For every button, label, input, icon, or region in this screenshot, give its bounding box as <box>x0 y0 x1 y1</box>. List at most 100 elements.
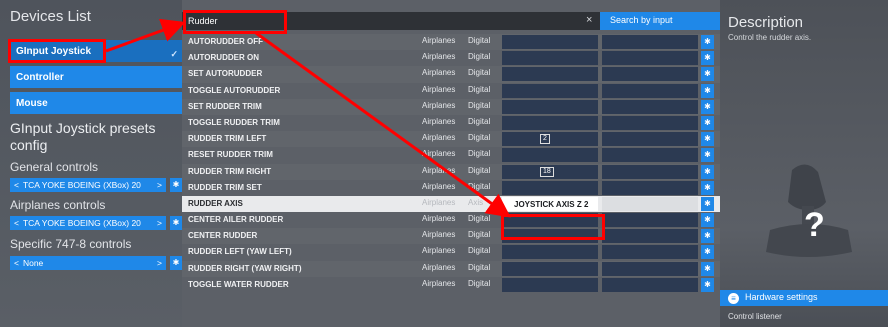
input-type-tag: Digital <box>468 116 491 126</box>
binding-slot-primary[interactable] <box>502 261 598 276</box>
gear-icon[interactable]: ✱ <box>701 148 714 163</box>
binding-slot-secondary[interactable] <box>602 196 698 211</box>
gear-icon[interactable]: ✱ <box>701 132 714 147</box>
binding-slot-primary[interactable] <box>502 67 598 82</box>
chevron-left-icon[interactable]: < <box>14 218 19 228</box>
binding-slot-primary[interactable] <box>502 277 598 292</box>
binding-slot-secondary[interactable] <box>602 132 698 147</box>
control-row[interactable]: TOGGLE WATER RUDDER Airplanes Digital ✱ <box>182 277 720 293</box>
gear-icon[interactable]: ✱ <box>701 115 714 130</box>
gear-icon[interactable]: ✱ <box>701 196 714 211</box>
device-ginput-joystick[interactable]: GInput Joystick ✓ <box>10 40 182 62</box>
chevron-right-icon[interactable]: > <box>157 180 162 190</box>
control-name: SET RUDDER TRIM <box>188 101 262 111</box>
binding-slot-secondary[interactable] <box>602 35 698 49</box>
gear-icon[interactable]: ✱ <box>701 213 714 228</box>
control-row[interactable]: RESET RUDDER TRIM Airplanes Digital ✱ <box>182 147 720 163</box>
search-bar: × Search by input <box>182 12 720 30</box>
gear-icon[interactable]: ✱ <box>701 180 714 195</box>
control-name: RUDDER TRIM RIGHT <box>188 166 272 176</box>
control-row[interactable]: AUTORUDDER OFF Airplanes Digital ✱ <box>182 34 720 50</box>
binding-slot-primary[interactable] <box>502 51 598 66</box>
control-row[interactable]: CENTER RUDDER Airplanes Digital ✱ <box>182 228 720 244</box>
control-row[interactable]: CENTER AILER RUDDER Airplanes Digital ✱ <box>182 212 720 228</box>
gear-icon[interactable]: ✱ <box>701 67 714 82</box>
control-name: RUDDER AXIS <box>188 198 243 208</box>
binding-slot-secondary[interactable] <box>602 83 698 98</box>
control-row[interactable]: AUTORUDDER ON Airplanes Digital ✱ <box>182 50 720 66</box>
input-type-tag: Digital <box>468 84 491 94</box>
control-row[interactable]: TOGGLE AUTORUDDER Airplanes Digital ✱ <box>182 83 720 99</box>
binding-slot-secondary[interactable] <box>602 67 698 82</box>
binding-slot-primary[interactable] <box>502 213 598 228</box>
binding-slot-primary[interactable] <box>502 148 598 163</box>
search-by-input-button[interactable]: Search by input <box>600 12 720 30</box>
binding-slot-secondary[interactable] <box>602 213 698 228</box>
description-panel: Description Control the rudder axis. ? ≡… <box>720 0 888 327</box>
chevron-right-icon[interactable]: > <box>157 258 162 268</box>
binding-slot-primary[interactable]: 18 <box>502 164 598 179</box>
control-row[interactable]: RUDDER AXIS Airplanes Axis JOYSTICK AXIS… <box>182 195 720 213</box>
binding-slot-secondary[interactable] <box>602 229 698 244</box>
general-preset-select[interactable]: < TCA YOKE BOEING (XBox) 20 > <box>10 178 166 192</box>
binding-slot-secondary[interactable] <box>602 148 698 163</box>
input-type-tag: Digital <box>468 100 491 110</box>
gear-icon[interactable]: ✱ <box>701 261 714 276</box>
info-icon: ≡ <box>728 293 739 304</box>
binding-slot-primary[interactable] <box>502 83 598 98</box>
binding-slot-primary[interactable] <box>502 229 598 244</box>
control-row[interactable]: RUDDER TRIM SET Airplanes Digital ✱ <box>182 180 720 196</box>
gear-icon[interactable]: ✱ <box>701 229 714 244</box>
control-name: RUDDER RIGHT (YAW RIGHT) <box>188 263 302 273</box>
device-controller[interactable]: Controller <box>10 66 182 88</box>
gear-icon[interactable]: ✱ <box>701 35 714 49</box>
binding-slot-primary[interactable] <box>502 35 598 49</box>
binding-slot-secondary[interactable] <box>602 277 698 292</box>
gear-icon[interactable]: ✱ <box>170 178 182 192</box>
binding-slot-secondary[interactable] <box>602 164 698 179</box>
airplanes-preset-select[interactable]: < TCA YOKE BOEING (XBox) 20 > <box>10 216 166 230</box>
binding-slot-secondary[interactable] <box>602 245 698 260</box>
binding-slot-secondary[interactable] <box>602 180 698 195</box>
control-row[interactable]: TOGGLE RUDDER TRIM Airplanes Digital ✱ <box>182 115 720 131</box>
gear-icon[interactable]: ✱ <box>701 51 714 66</box>
gear-icon[interactable]: ✱ <box>701 83 714 98</box>
control-row[interactable]: SET AUTORUDDER Airplanes Digital ✱ <box>182 66 720 82</box>
search-input[interactable] <box>188 14 568 28</box>
control-name: RESET RUDDER TRIM <box>188 150 273 160</box>
device-mouse[interactable]: Mouse <box>10 92 182 114</box>
check-icon: ✓ <box>170 49 178 59</box>
control-name: CENTER RUDDER <box>188 231 258 241</box>
binding-slot-secondary[interactable] <box>602 51 698 66</box>
binding-slot-primary[interactable]: JOYSTICK AXIS Z 2 <box>502 196 598 211</box>
gear-icon[interactable]: ✱ <box>701 164 714 179</box>
binding-slot-primary[interactable] <box>502 99 598 114</box>
binding-slot-secondary[interactable] <box>602 261 698 276</box>
chevron-left-icon[interactable]: < <box>14 180 19 190</box>
airplanes-controls-label: Airplanes controls <box>10 198 106 212</box>
binding-slot-secondary[interactable] <box>602 99 698 114</box>
chevron-left-icon[interactable]: < <box>14 258 19 268</box>
gear-icon[interactable]: ✱ <box>701 99 714 114</box>
chevron-right-icon[interactable]: > <box>157 218 162 228</box>
control-row[interactable]: RUDDER RIGHT (YAW RIGHT) Airplanes Digit… <box>182 261 720 277</box>
control-row[interactable]: SET RUDDER TRIM Airplanes Digital ✱ <box>182 99 720 115</box>
preset-value: TCA YOKE BOEING (XBox) 20 <box>22 218 141 228</box>
control-row[interactable]: RUDDER TRIM RIGHT Airplanes Digital 18 ✱ <box>182 164 720 180</box>
gear-icon[interactable]: ✱ <box>170 216 182 230</box>
devices-list-title: Devices List <box>10 8 91 25</box>
binding-slot-primary[interactable] <box>502 245 598 260</box>
close-icon[interactable]: × <box>586 14 592 26</box>
hardware-settings-button[interactable]: ≡ Hardware settings <box>720 290 888 306</box>
control-row[interactable]: RUDDER TRIM LEFT Airplanes Digital 2 ✱ <box>182 131 720 147</box>
control-row[interactable]: RUDDER LEFT (YAW LEFT) Airplanes Digital… <box>182 244 720 260</box>
input-type-tag: Digital <box>468 278 491 288</box>
specific-preset-select[interactable]: < None > <box>10 256 166 270</box>
binding-slot-primary[interactable]: 2 <box>502 132 598 147</box>
gear-icon[interactable]: ✱ <box>701 277 714 292</box>
gear-icon[interactable]: ✱ <box>701 245 714 260</box>
binding-slot-primary[interactable] <box>502 180 598 195</box>
gear-icon[interactable]: ✱ <box>170 256 182 270</box>
binding-slot-secondary[interactable] <box>602 115 698 130</box>
binding-slot-primary[interactable] <box>502 115 598 130</box>
